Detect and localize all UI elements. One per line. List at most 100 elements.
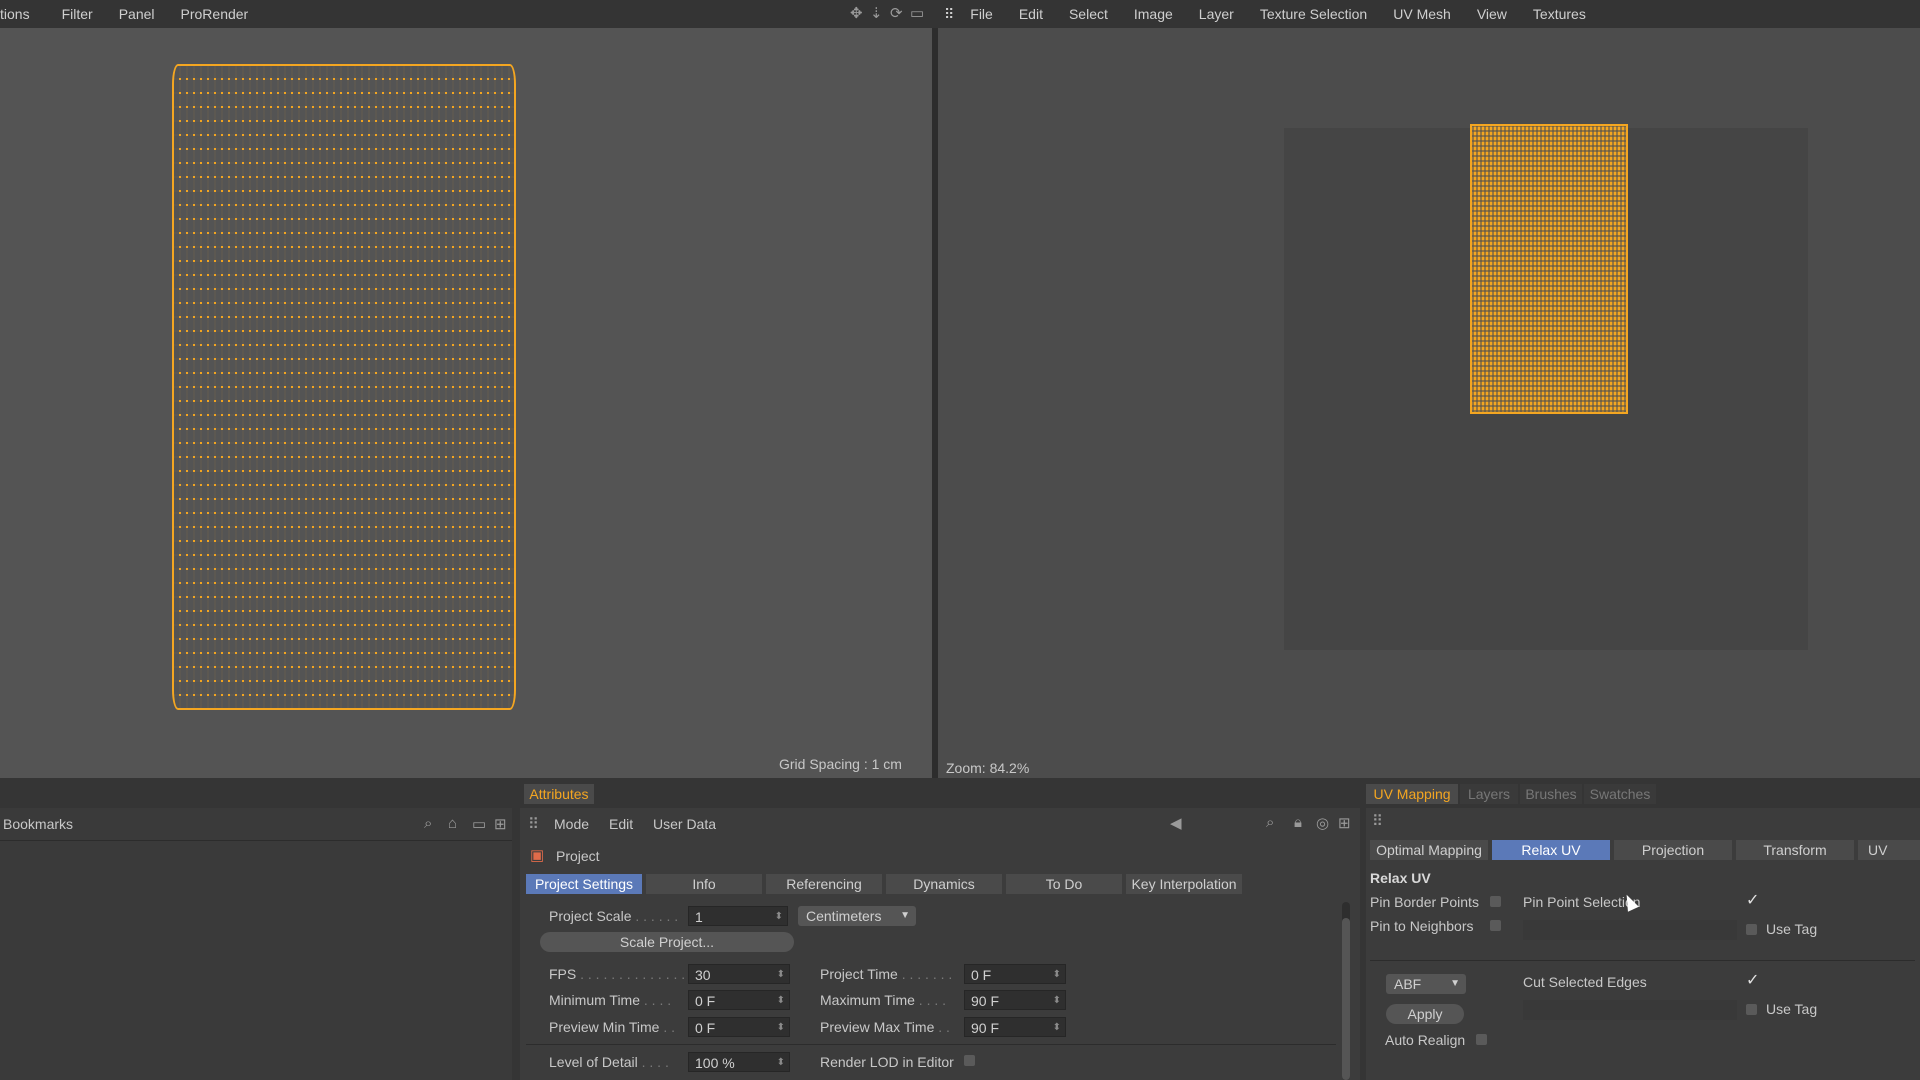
- uv-editor-menu-bar: ⠿ File Edit Select Image Layer Texture S…: [938, 0, 1920, 28]
- tab-to-do[interactable]: To Do: [1006, 874, 1122, 894]
- grip-icon: ⠿: [528, 816, 539, 833]
- cut-selected-edges-label: Cut Selected Edges: [1523, 974, 1647, 990]
- attributes-divider: [526, 1044, 1336, 1045]
- auto-realign-checkbox[interactable]: [1476, 1034, 1487, 1045]
- move-view-icon[interactable]: ✥: [850, 4, 863, 22]
- render-lod-label: Render LOD in Editor: [820, 1054, 954, 1070]
- cut-selected-edges-checkmark[interactable]: ✓: [1746, 970, 1759, 990]
- bookmarks-title: Bookmarks: [3, 816, 74, 832]
- rotate-view-icon[interactable]: ⟳: [890, 4, 903, 22]
- attributes-scrollbar-thumb[interactable]: [1342, 918, 1350, 1080]
- use-tag-label: Use Tag: [1766, 921, 1818, 937]
- add-panel-icon[interactable]: ⊞: [1338, 814, 1351, 832]
- tab-optimal-mapping[interactable]: Optimal Mapping: [1370, 840, 1488, 860]
- menu-prorender[interactable]: ProRender: [181, 6, 249, 22]
- project-time-label: Project Time . . . . . . .: [820, 966, 953, 982]
- project-time-input[interactable]: 0 F ⬍: [964, 964, 1066, 984]
- lock-icon[interactable]: 🔒︎: [1294, 814, 1302, 831]
- tab-projection[interactable]: Projection: [1614, 840, 1732, 860]
- bookmarks-divider: [0, 840, 512, 841]
- unit-dropdown[interactable]: Centimeters ▼: [798, 906, 916, 926]
- menu-select[interactable]: Select: [1069, 6, 1108, 22]
- render-lod-checkbox[interactable]: [964, 1055, 975, 1066]
- grid-spacing-label: Grid Spacing : 1 cm: [779, 756, 902, 772]
- menu-panel[interactable]: Panel: [119, 6, 155, 22]
- add-panel-icon[interactable]: ⊞: [494, 815, 507, 833]
- search-icon[interactable]: ⌕: [1266, 814, 1274, 831]
- attr-menu-user-data[interactable]: User Data: [653, 816, 716, 832]
- scale-project-button[interactable]: Scale Project...: [540, 932, 794, 952]
- relax-uv-section-title: Relax UV: [1370, 870, 1431, 886]
- pin-selection-tag-field[interactable]: [1523, 920, 1737, 940]
- use-tag-checkbox[interactable]: [1746, 924, 1757, 935]
- back-arrow-icon[interactable]: ◀: [1170, 814, 1182, 832]
- menu-edit[interactable]: Edit: [1019, 6, 1043, 22]
- use-tag-2-checkbox[interactable]: [1746, 1004, 1757, 1015]
- pin-point-selection-checkmark[interactable]: ✓: [1746, 890, 1759, 910]
- maximum-time-label: Maximum Time . . . .: [820, 992, 947, 1008]
- preview-max-time-input[interactable]: 90 F ⬍: [964, 1017, 1066, 1037]
- level-of-detail-label: Level of Detail . . . .: [549, 1054, 669, 1070]
- menu-filter[interactable]: Filter: [62, 6, 93, 22]
- tab-transform[interactable]: Transform: [1736, 840, 1854, 860]
- menu-textures[interactable]: Textures: [1533, 6, 1586, 22]
- tab-brushes[interactable]: Brushes: [1520, 784, 1582, 804]
- tab-referencing[interactable]: Referencing: [766, 874, 882, 894]
- 3d-viewport[interactable]: Grid Spacing : 1 cm: [0, 28, 932, 778]
- home-icon[interactable]: ⌂: [448, 815, 457, 832]
- cut-edges-tag-field[interactable]: [1523, 1000, 1737, 1020]
- menu-file[interactable]: File: [970, 6, 993, 22]
- fps-input[interactable]: 30 ⬍: [688, 964, 790, 984]
- uv-editor-view[interactable]: Zoom: 84.2%: [938, 28, 1920, 778]
- tab-project-settings[interactable]: Project Settings: [526, 874, 642, 894]
- menu-uv-mesh[interactable]: UV Mesh: [1393, 6, 1451, 22]
- tab-dynamics[interactable]: Dynamics: [886, 874, 1002, 894]
- tab-info[interactable]: Info: [646, 874, 762, 894]
- tab-attributes[interactable]: Attributes: [524, 784, 594, 804]
- attr-menu-mode[interactable]: Mode: [554, 816, 589, 832]
- pin-border-points-checkbox[interactable]: [1490, 896, 1501, 907]
- menu-image[interactable]: Image: [1134, 6, 1173, 22]
- pin-to-neighbors-checkbox[interactable]: [1490, 920, 1501, 931]
- maximum-time-input[interactable]: 90 F ⬍: [964, 990, 1066, 1010]
- attributes-panel: Attributes ⠿ Mode Edit User Data ◀ ⌕ 🔒︎ …: [520, 784, 1360, 1080]
- relax-method-dropdown[interactable]: ABF ▼: [1386, 974, 1466, 994]
- object-name: Project: [556, 848, 600, 864]
- search-icon[interactable]: ⌕: [424, 815, 432, 832]
- tab-key-interpolation[interactable]: Key Interpolation: [1126, 874, 1242, 894]
- attr-menu-edit[interactable]: Edit: [609, 816, 633, 832]
- project-scale-label: Project Scale . . . . . .: [549, 908, 679, 924]
- maximize-view-icon[interactable]: ▭: [910, 4, 924, 22]
- menu-texture-selection[interactable]: Texture Selection: [1260, 6, 1367, 22]
- menu-view[interactable]: View: [1477, 6, 1507, 22]
- fps-label: FPS . . . . . . . . . . . . . .: [549, 966, 686, 982]
- project-scale-input[interactable]: 1 ⬍: [688, 906, 788, 926]
- tab-uv-commands[interactable]: UV Comm: [1858, 840, 1920, 860]
- cylinder-wireframe-mesh: [172, 64, 516, 710]
- viewport-menu-bar: tions Filter Panel ProRender: [0, 0, 940, 28]
- preview-max-time-label: Preview Max Time . .: [820, 1019, 950, 1035]
- tab-relax-uv[interactable]: Relax UV: [1492, 840, 1610, 860]
- minus-icon[interactable]: ▭: [472, 815, 486, 833]
- target-icon[interactable]: ◎: [1316, 814, 1329, 832]
- pin-border-points-label: Pin Border Points: [1370, 894, 1479, 910]
- pin-to-neighbors-label: Pin to Neighbors: [1370, 918, 1474, 934]
- tab-swatches[interactable]: Swatches: [1584, 784, 1656, 804]
- menu-options[interactable]: tions: [0, 6, 30, 22]
- preview-min-time-label: Preview Min Time . .: [549, 1019, 676, 1035]
- tab-uv-mapping[interactable]: UV Mapping: [1366, 784, 1458, 804]
- level-of-detail-input[interactable]: 100 % ⬍: [688, 1052, 790, 1072]
- grip-icon: ⠿: [1372, 813, 1383, 830]
- zoom-view-icon[interactable]: ⇣: [870, 4, 883, 22]
- tab-layers[interactable]: Layers: [1460, 784, 1518, 804]
- minimum-time-label: Minimum Time . . . .: [549, 992, 672, 1008]
- minimum-time-input[interactable]: 0 F ⬍: [688, 990, 790, 1010]
- menu-layer[interactable]: Layer: [1199, 6, 1234, 22]
- preview-min-time-input[interactable]: 0 F ⬍: [688, 1017, 790, 1037]
- auto-realign-label: Auto Realign: [1385, 1032, 1466, 1048]
- uv-island-mesh: [1470, 124, 1628, 414]
- use-tag-2-label: Use Tag: [1766, 1001, 1818, 1017]
- bookmarks-panel: Bookmarks ⌕ ⌂ ▭ ⊞: [0, 808, 512, 1080]
- grip-icon: ⠿: [944, 5, 955, 22]
- apply-button[interactable]: Apply: [1386, 1004, 1464, 1024]
